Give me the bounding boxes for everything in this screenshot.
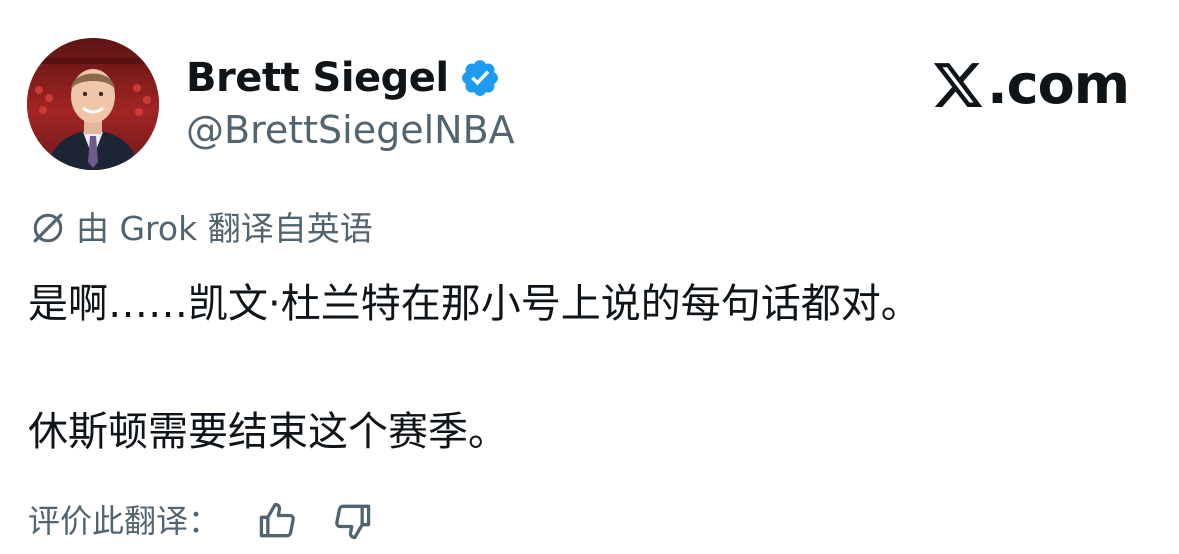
profile-photo-avatar [27,38,159,170]
verified-badge-icon [459,57,501,99]
author-handle[interactable]: @BrettSiegelNBA [186,108,515,154]
tweet-line: 是啊……凯文·杜兰特在那小号上说的每句话都对。 [28,281,921,327]
grok-icon [30,210,66,246]
author-avatar[interactable] [27,38,159,170]
thumbs-down-icon [335,504,371,540]
tweet-text: 是啊……凯文·杜兰特在那小号上说的每句话都对。 休斯顿需要结束这个赛季。 [28,275,1158,461]
brand-text: .com [987,53,1130,116]
translation-rating: 评价此翻译： [28,496,376,546]
rate-up-button[interactable] [254,498,300,544]
brand-watermark: .com [931,53,1130,116]
translation-label: 由 Grok 翻译自英语 [76,208,373,248]
author-name-row[interactable]: Brett Siegel [186,50,501,106]
rate-down-button[interactable] [330,498,376,544]
translation-attribution: 由 Grok 翻译自英语 [30,210,373,246]
author-name[interactable]: Brett Siegel [186,58,449,98]
rating-label: 评价此翻译： [28,502,221,540]
thumbs-up-icon [259,502,295,538]
tweet-line: 休斯顿需要结束这个赛季。 [28,409,508,455]
x-logo-icon [931,58,985,112]
